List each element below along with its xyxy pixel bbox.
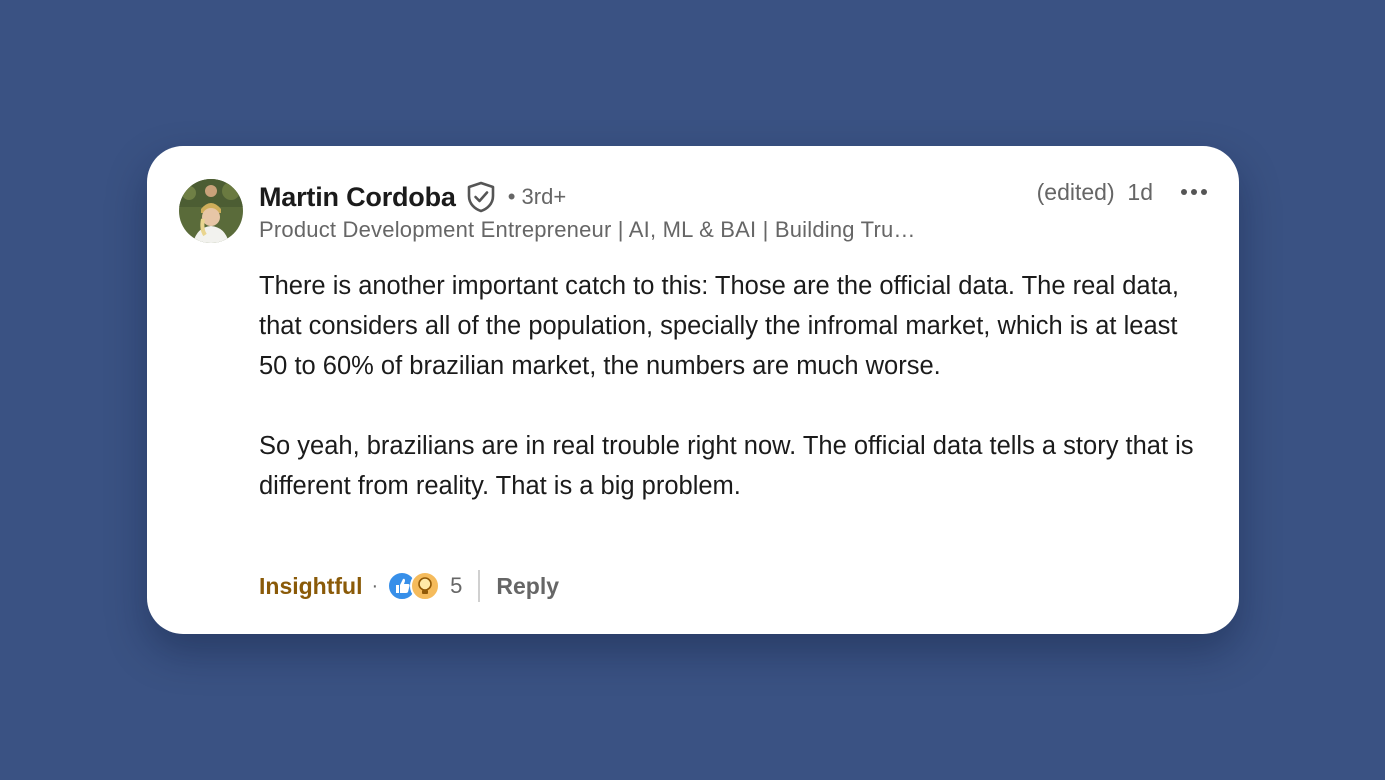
comment-card: Martin Cordoba • 3rd+ (edited) 1d Produc… xyxy=(147,146,1239,634)
insightful-lightbulb-icon xyxy=(410,571,441,601)
author-headline: Product Development Entrepreneur | AI, M… xyxy=(259,217,916,242)
verified-shield-icon xyxy=(467,181,495,213)
separator-dot: · xyxy=(371,574,379,597)
comment-body: There is another important catch to this… xyxy=(259,266,1209,506)
reaction-count[interactable]: 5 xyxy=(450,573,462,599)
comment-paragraph: So yeah, brazilians are in real trouble … xyxy=(259,432,1194,500)
author-name[interactable]: Martin Cordoba xyxy=(259,182,456,213)
comment-actions: Insightful · 5 Reply xyxy=(259,566,559,606)
profile-photo-icon xyxy=(179,179,243,243)
connection-degree: • 3rd+ xyxy=(507,184,567,209)
reaction-icons[interactable] xyxy=(387,570,441,602)
author-row: Martin Cordoba • 3rd+ xyxy=(259,179,566,215)
action-divider xyxy=(478,570,481,602)
insightful-reaction-button[interactable]: Insightful xyxy=(259,573,362,600)
edited-timestamp: (edited) 1d xyxy=(1036,179,1153,205)
comment-paragraph: There is another important catch to this… xyxy=(259,272,1179,380)
more-options-icon[interactable] xyxy=(1179,182,1209,202)
avatar[interactable] xyxy=(179,179,243,243)
reply-button[interactable]: Reply xyxy=(496,573,559,600)
